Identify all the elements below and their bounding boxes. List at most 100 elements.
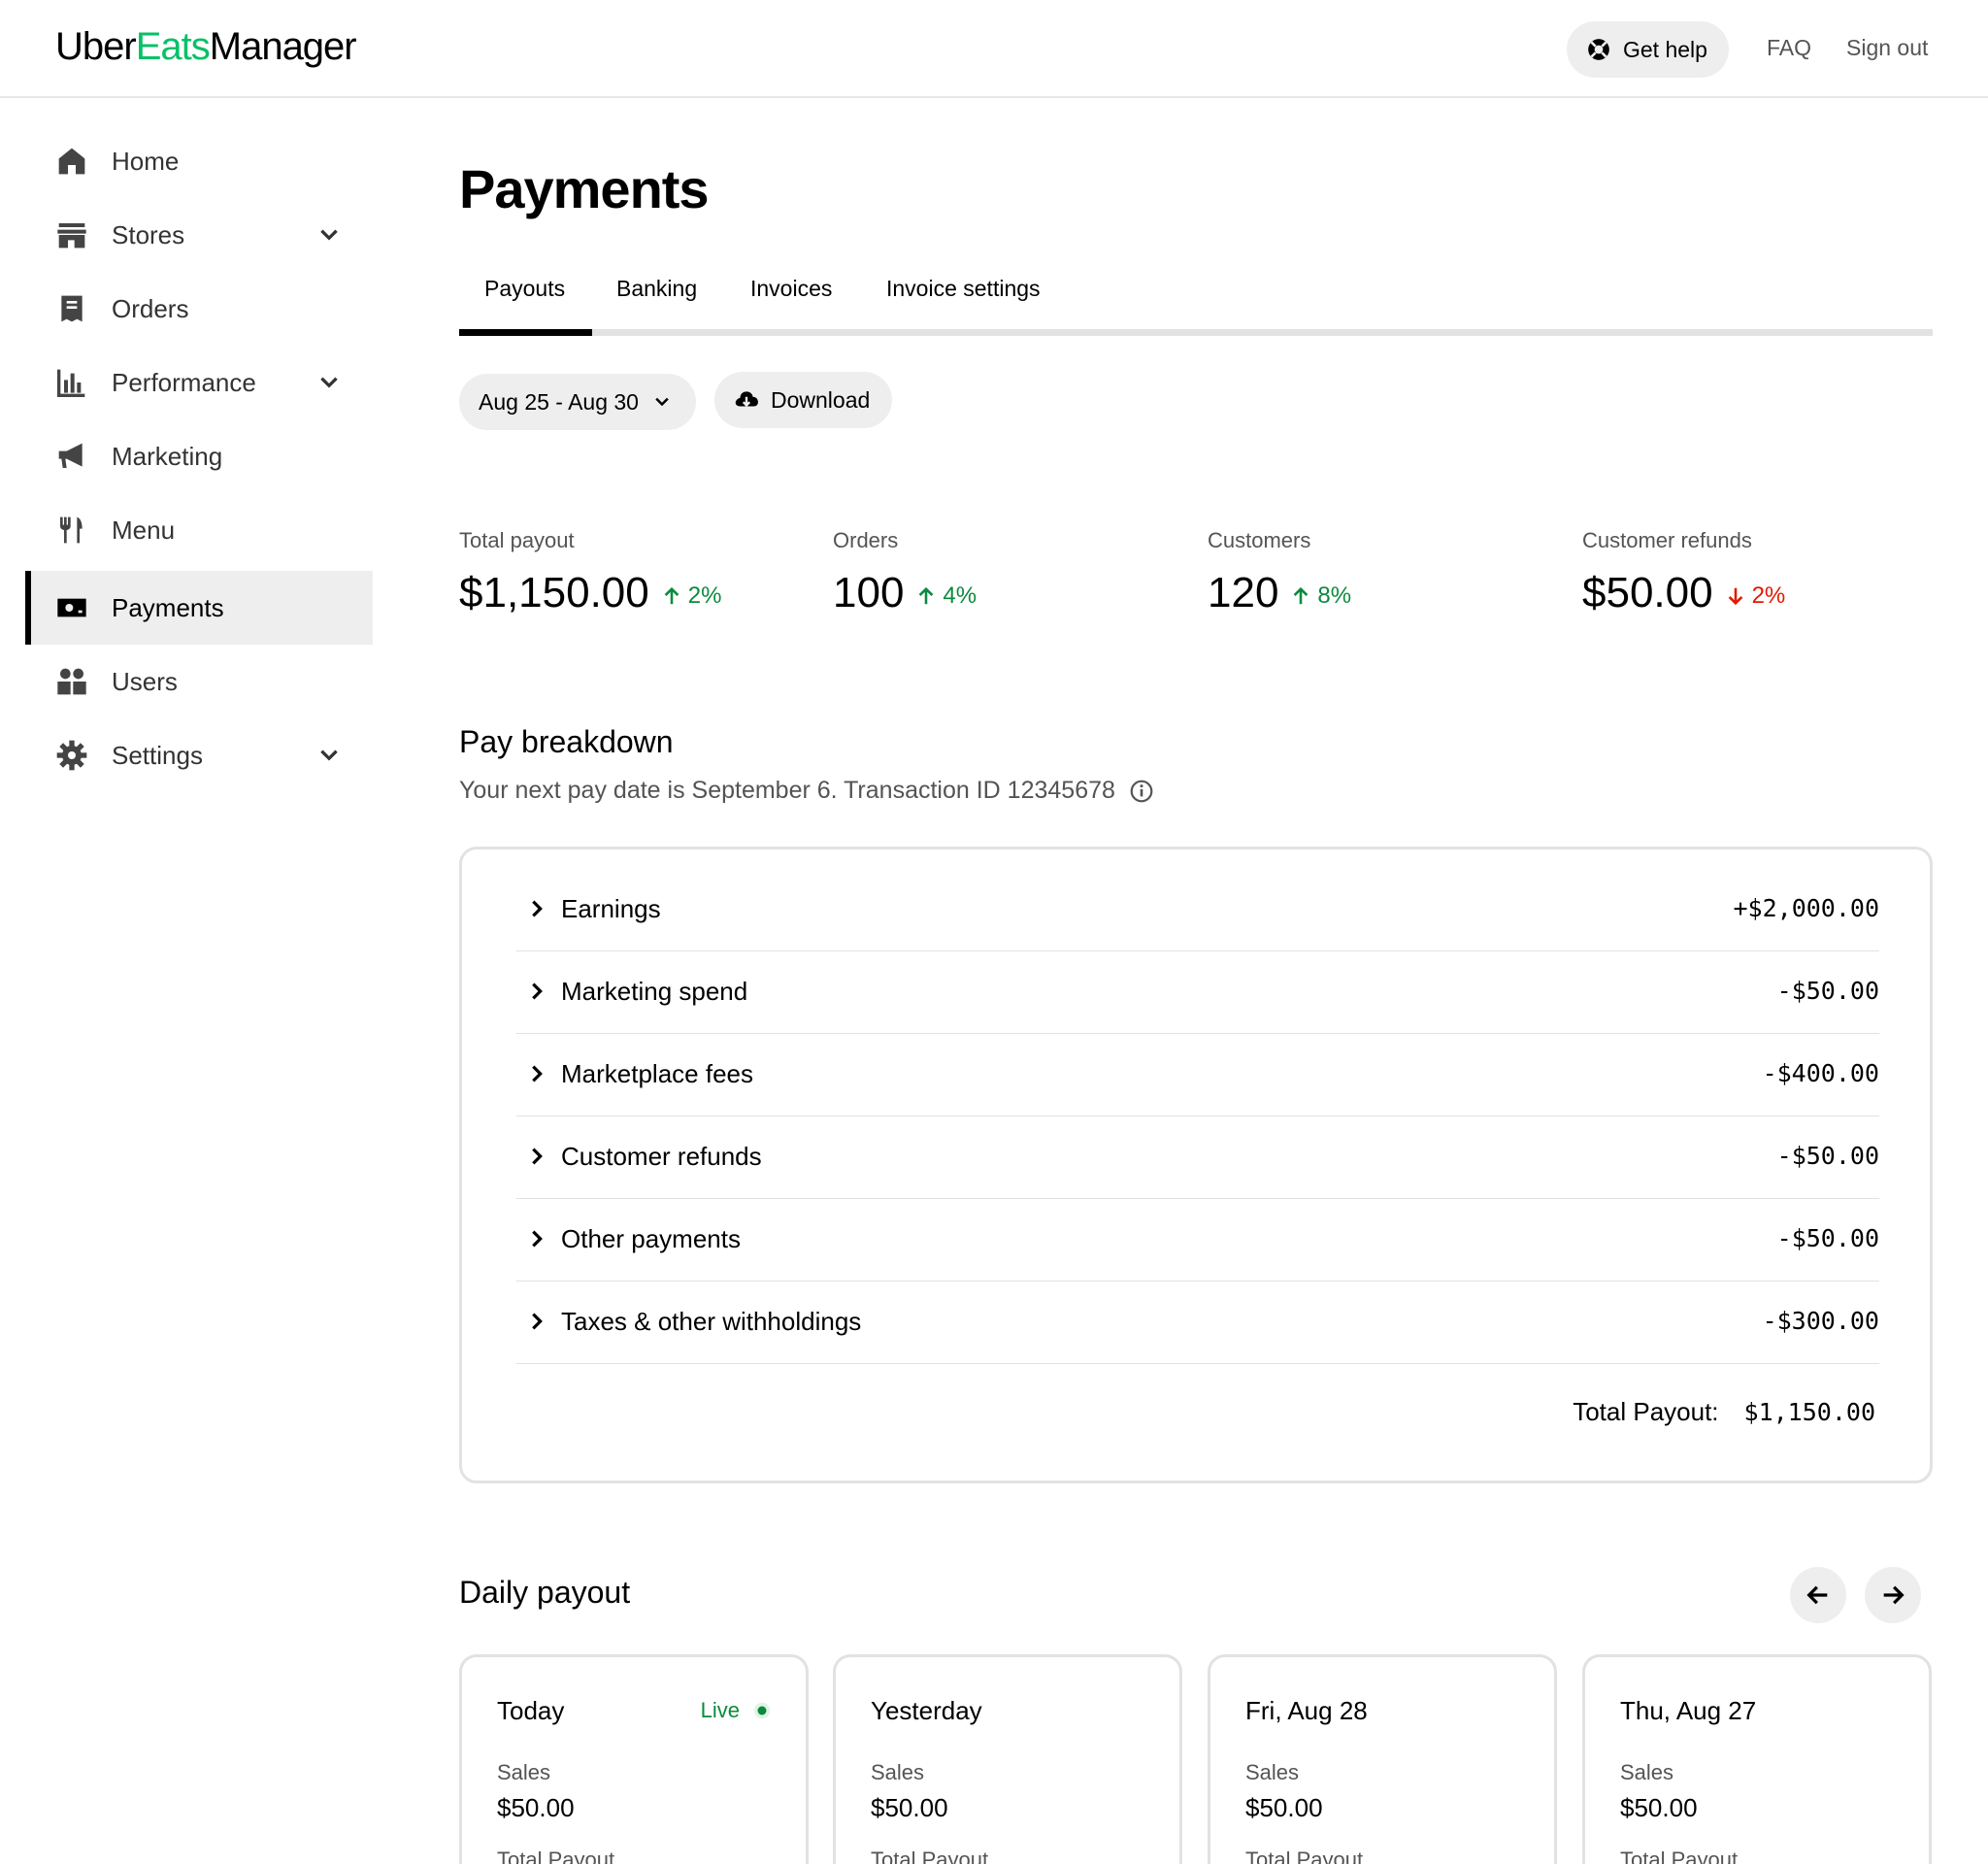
stat-customer-refunds: Customer refunds $50.00 2%: [1582, 528, 1785, 617]
sales-label: Sales: [1620, 1760, 1674, 1784]
live-label: Live: [700, 1698, 740, 1722]
daily-card-fri-aug-28[interactable]: Fri, Aug 28 Sales $50.00 Total Payout: [1208, 1654, 1557, 1864]
breakdown-row-marketplace-fees[interactable]: Marketplace fees -$400.00: [516, 1034, 1879, 1116]
stat-label: Customers: [1208, 528, 1311, 552]
daily-payout-title: Daily payout: [459, 1575, 631, 1610]
sales-value: $50.00: [1620, 1793, 1698, 1822]
chevron-down-icon[interactable]: [316, 743, 342, 768]
stat-delta: 4%: [915, 582, 977, 610]
tab-track: [459, 329, 1933, 336]
get-help-label: Get help: [1623, 36, 1707, 62]
daily-card-yesterday[interactable]: Yesterday Sales $50.00 Total Payout: [833, 1654, 1182, 1864]
sidebar-item-stores[interactable]: Stores: [25, 198, 373, 272]
daily-card-thu-aug-27[interactable]: Thu, Aug 27 Sales $50.00 Total Payout: [1582, 1654, 1932, 1864]
chevron-down-icon[interactable]: [316, 222, 342, 248]
faq-link[interactable]: FAQ: [1767, 35, 1811, 61]
breakdown-row-marketing-spend[interactable]: Marketing spend -$50.00: [516, 951, 1879, 1034]
date-range-label: Aug 25 - Aug 30: [479, 388, 639, 415]
sidebar-item-payments[interactable]: Payments: [25, 571, 373, 645]
stat-label: Orders: [833, 528, 899, 552]
sidebar-item-menu[interactable]: Menu: [25, 493, 373, 567]
breakdown-value: +$2,000.00: [1733, 894, 1879, 922]
utensils-icon: [60, 516, 83, 544]
stat-delta: 8%: [1290, 582, 1351, 610]
chevron-right-icon: [532, 982, 543, 1000]
chevron-right-icon: [532, 1148, 543, 1165]
sidebar-item-label: Stores: [112, 219, 185, 250]
page-title: Payments: [459, 158, 710, 219]
live-indicator: Live: [701, 1698, 771, 1723]
daily-card-title: Fri, Aug 28: [1245, 1696, 1368, 1725]
stat-value: 100: [833, 569, 905, 616]
stat-value: 120: [1208, 569, 1279, 616]
breakdown-label: Other payments: [561, 1224, 741, 1253]
total-payout-label: Total Payout: [1245, 1847, 1364, 1864]
breakdown-value: -$50.00: [1776, 977, 1879, 1005]
sign-out-link[interactable]: Sign out: [1846, 35, 1928, 61]
logo-word-manager: Manager: [209, 25, 357, 68]
sales-value: $50.00: [1245, 1793, 1323, 1822]
total-payout-value: $1,150.00: [1743, 1398, 1875, 1426]
active-tab-indicator: [459, 329, 592, 336]
lifebuoy-icon: [1588, 39, 1609, 60]
gear-icon: [56, 740, 87, 771]
daily-card-title: Yesterday: [871, 1696, 982, 1725]
sidebar-item-settings[interactable]: Settings: [25, 718, 373, 792]
arrow-left-icon: [1806, 1585, 1828, 1605]
breakdown-row-taxes[interactable]: Taxes & other withholdings -$300.00: [516, 1282, 1879, 1364]
previous-days-button[interactable]: [1790, 1567, 1846, 1623]
sidebar-item-label: Payments: [112, 592, 224, 622]
daily-card-title: Today: [497, 1696, 565, 1725]
breakdown-row-other-payments[interactable]: Other payments -$50.00: [516, 1199, 1879, 1282]
sidebar-item-home[interactable]: Home: [25, 124, 373, 198]
store-icon: [57, 223, 86, 249]
stat-value: $1,150.00: [459, 569, 649, 616]
sidebar-item-performance[interactable]: Performance: [25, 346, 373, 419]
cloud-download-icon: [735, 391, 758, 408]
next-days-button[interactable]: [1865, 1567, 1921, 1623]
breakdown-total: Total Payout: $1,150.00: [1573, 1397, 1875, 1427]
tab-invoice-settings[interactable]: Invoice settings: [886, 276, 1041, 302]
chevron-down-icon: [655, 397, 669, 407]
info-icon[interactable]: [1129, 779, 1154, 804]
pay-breakdown-card: Earnings +$2,000.00 Marketing spend -$50…: [459, 847, 1933, 1483]
tab-invoices[interactable]: Invoices: [750, 276, 832, 302]
sidebar-item-label: Orders: [112, 293, 189, 323]
chevron-right-icon: [532, 900, 543, 917]
arrow-up-icon: [1294, 586, 1309, 605]
sidebar-item-label: Menu: [112, 515, 176, 545]
download-button[interactable]: Download: [714, 372, 892, 428]
users-icon: [57, 668, 86, 695]
breakdown-row-earnings[interactable]: Earnings +$2,000.00: [516, 869, 1879, 951]
tab-banking[interactable]: Banking: [616, 276, 697, 302]
stat-label: Customer refunds: [1582, 528, 1752, 552]
total-payout-label: Total Payout: [871, 1847, 989, 1864]
sales-value: $50.00: [871, 1793, 948, 1822]
stat-label: Total payout: [459, 528, 575, 552]
home-icon: [58, 148, 85, 175]
date-range-select[interactable]: Aug 25 - Aug 30: [459, 374, 696, 430]
get-help-button[interactable]: Get help: [1567, 21, 1729, 78]
sidebar-item-users[interactable]: Users: [25, 645, 373, 718]
daily-card-today[interactable]: Today Live Sales $50.00 Total Payout: [459, 1654, 809, 1864]
sidebar-item-label: Users: [112, 666, 178, 696]
sidebar-item-marketing[interactable]: Marketing: [25, 419, 373, 493]
live-dot-icon: [753, 1702, 771, 1719]
breakdown-label: Marketplace fees: [561, 1059, 753, 1088]
sales-value: $50.00: [497, 1793, 575, 1822]
stat-value: $50.00: [1582, 569, 1713, 616]
breakdown-label: Customer refunds: [561, 1142, 762, 1171]
breakdown-value: -$50.00: [1776, 1224, 1879, 1252]
tab-payouts[interactable]: Payouts: [484, 276, 565, 302]
uber-eats-manager-logo[interactable]: UberEatsManager: [55, 25, 357, 69]
breakdown-value: -$50.00: [1776, 1142, 1879, 1170]
chevron-right-icon: [532, 1313, 543, 1330]
breakdown-label: Marketing spend: [561, 977, 748, 1006]
breakdown-row-customer-refunds[interactable]: Customer refunds -$50.00: [516, 1116, 1879, 1199]
chevron-right-icon: [532, 1230, 543, 1248]
sidebar-item-orders[interactable]: Orders: [25, 272, 373, 346]
money-icon: [57, 598, 86, 617]
stat-delta-value: 4%: [943, 582, 977, 609]
chevron-down-icon[interactable]: [316, 370, 342, 395]
sales-label: Sales: [1245, 1760, 1300, 1784]
